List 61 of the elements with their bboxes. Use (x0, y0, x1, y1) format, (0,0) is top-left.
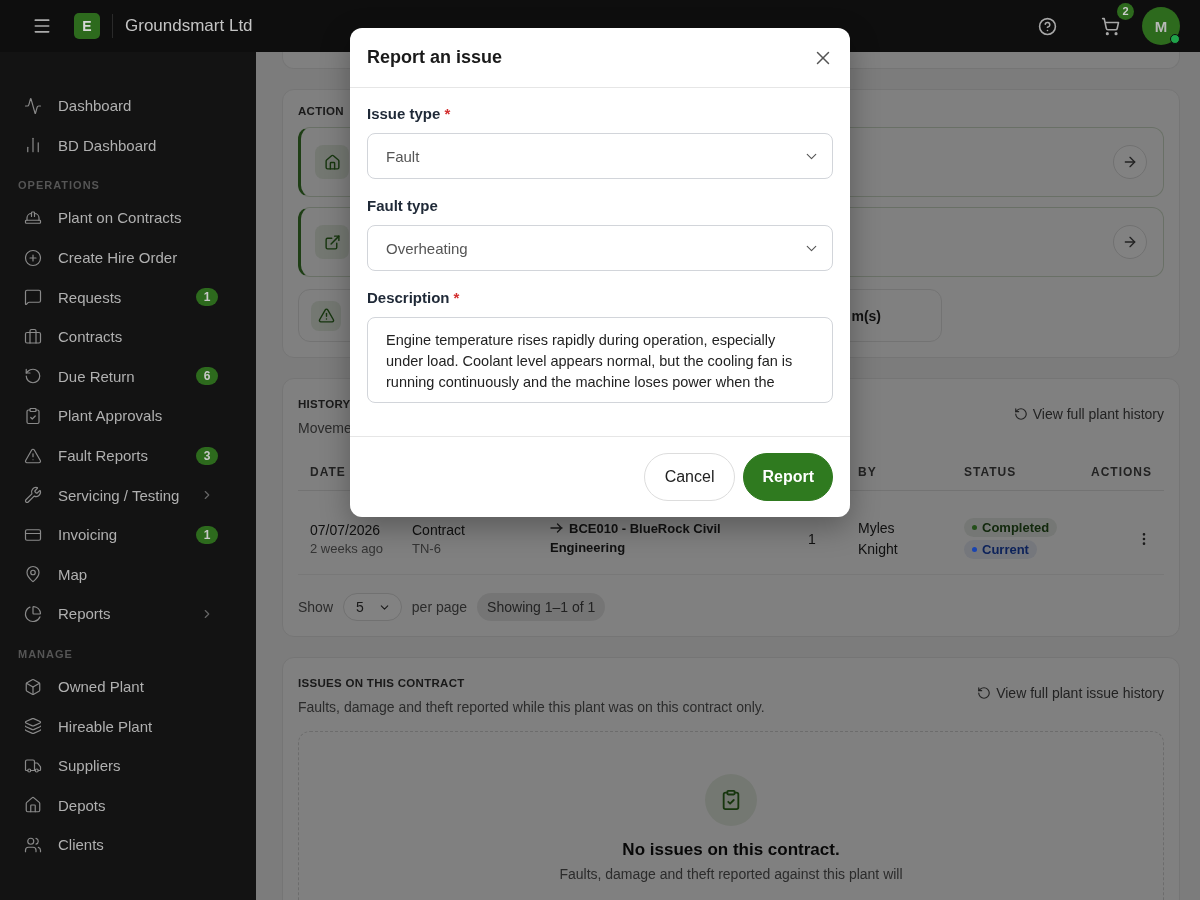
sidebar-item[interactable]: Dashboard (18, 86, 218, 126)
empty-title: No issues on this contract. (622, 840, 840, 860)
dialog-title: Report an issue (367, 47, 503, 68)
section-title: HISTORY (298, 398, 351, 410)
section-heading: MANAGE (18, 647, 74, 660)
sidebar-item[interactable]: Requests 1 (18, 277, 218, 317)
field-label: Fault type (367, 197, 439, 214)
report-button[interactable]: Report (743, 453, 833, 501)
per-page-label: per page (411, 599, 468, 615)
history-link[interactable]: View full plant history (1013, 406, 1164, 422)
select-field[interactable]: Fault (367, 133, 833, 179)
description-field[interactable]: Engine temperature rises rapidly during operation, especially under load. Coolant level appears normal, but the cooling fan is running continuously and the machine loses power when the (367, 317, 833, 403)
sidebar-item[interactable]: Depots (18, 785, 218, 826)
empty-text: Faults, damage and theft reported against this plant will (558, 865, 904, 884)
cancel-button[interactable]: Cancel (643, 453, 736, 501)
sidebar-item[interactable]: Invoicing 1 (18, 514, 218, 555)
sidebar-item[interactable]: Map (18, 554, 218, 595)
user-name: Myles Knight (858, 518, 899, 559)
field-label: Issue type * (367, 105, 452, 122)
show-label: Show (298, 599, 334, 615)
movement-type: Contract (412, 521, 465, 538)
company-name: Groundsmart Ltd (125, 16, 253, 36)
column-header: DATE (309, 465, 347, 479)
reference-text: TN-6 (412, 540, 441, 556)
section-title: ACTION (298, 105, 344, 117)
date-text: 07/07/2026 (310, 521, 381, 538)
column-header: STATUS (963, 465, 1018, 479)
section-title: ISSUES ON THIS CONTRACT (298, 677, 465, 689)
relative-time: 2 weeks ago (310, 540, 383, 556)
select-field[interactable]: Overheating (367, 225, 833, 271)
section-subtitle: Moveme (298, 420, 352, 436)
issue-history-link[interactable]: View full plant issue history (977, 685, 1164, 701)
sidebar-item[interactable]: BD Dashboard (18, 125, 218, 166)
count-badge: 6 (196, 367, 218, 386)
sidebar-item[interactable]: Owned Plant (18, 666, 218, 707)
quantity-cell: 1 (808, 530, 816, 547)
sidebar-item[interactable]: Reports (18, 594, 218, 634)
sidebar-item[interactable]: Plant Approvals (18, 396, 218, 436)
cart-count-badge: 2 (1117, 2, 1134, 20)
sidebar-item[interactable]: Hireable Plant (18, 706, 218, 746)
section-heading: OPERATIONS (18, 179, 101, 192)
count-badge: 1 (196, 288, 218, 307)
per-page-select[interactable]: 5 (343, 593, 402, 621)
route-text: BCE010 - BlueRock Civil Engineering (550, 520, 722, 557)
sidebar-item[interactable]: Fault Reports 3 (18, 435, 218, 476)
count-badge: 1 (196, 525, 218, 544)
results-summary: Showing 1–1 of 1 (477, 593, 606, 621)
sidebar-item[interactable]: Contracts (18, 316, 218, 357)
alert-text: m(s) (851, 307, 881, 324)
sidebar-item[interactable]: Suppliers (18, 745, 218, 786)
sidebar-item[interactable]: Servicing / Testing (18, 475, 218, 515)
logo: E (74, 13, 100, 39)
sidebar-item[interactable]: Due Return 6 (18, 356, 218, 397)
sidebar-item[interactable]: Create Hire Order (18, 237, 218, 278)
count-badge: 3 (196, 446, 218, 465)
sidebar-item[interactable]: Plant on Contracts (18, 198, 218, 238)
field-label: Description * (367, 289, 461, 306)
sidebar-item[interactable]: Clients (18, 825, 218, 865)
column-header: BY (857, 465, 878, 479)
section-subtitle: Faults, damage and theft reported while this plant was on this contract only. (298, 699, 765, 715)
column-header: ACTIONS (1090, 465, 1153, 479)
